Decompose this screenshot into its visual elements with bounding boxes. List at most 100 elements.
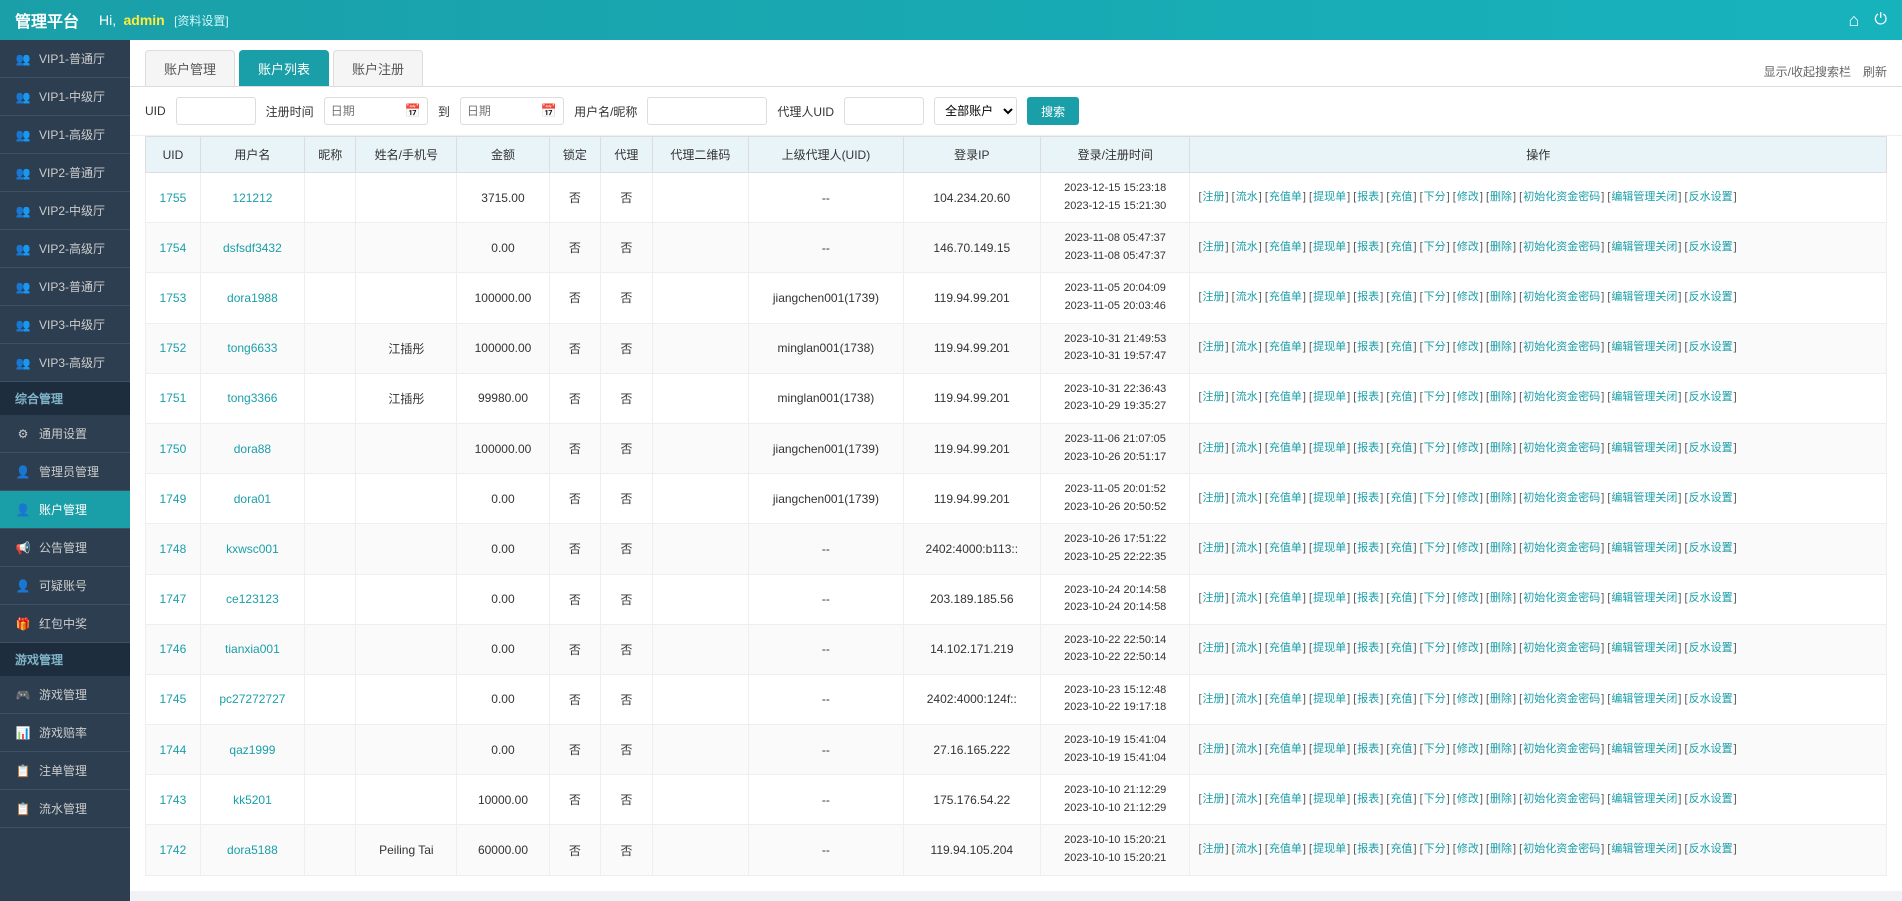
- action-link[interactable]: 注册: [1203, 492, 1225, 504]
- action-link[interactable]: 注册: [1203, 642, 1225, 654]
- toggle-search-label[interactable]: 显示/收起搜索栏: [1764, 63, 1851, 80]
- action-link[interactable]: 提现单: [1313, 843, 1346, 855]
- action-link[interactable]: 注册: [1203, 191, 1225, 203]
- sidebar-item-game-manage[interactable]: 🎮 游戏管理: [0, 676, 130, 714]
- action-link[interactable]: 提现单: [1313, 642, 1346, 654]
- cell-uid[interactable]: 1742: [146, 825, 201, 875]
- action-link[interactable]: 流水: [1236, 241, 1258, 253]
- action-link[interactable]: 删除: [1490, 693, 1512, 705]
- cell-uid[interactable]: 1751: [146, 373, 201, 423]
- action-link[interactable]: 报表: [1357, 492, 1379, 504]
- cell-uid[interactable]: 1745: [146, 674, 201, 724]
- action-link[interactable]: 编辑管理关闭: [1611, 693, 1677, 705]
- cell-username[interactable]: tianxia001: [200, 624, 304, 674]
- action-link[interactable]: 报表: [1357, 793, 1379, 805]
- calendar-to-icon[interactable]: 📅: [541, 103, 557, 119]
- cell-uid[interactable]: 1754: [146, 223, 201, 273]
- action-link[interactable]: 编辑管理关闭: [1611, 291, 1677, 303]
- action-link[interactable]: 流水: [1236, 391, 1258, 403]
- action-link[interactable]: 流水: [1236, 341, 1258, 353]
- action-link[interactable]: 流水: [1236, 442, 1258, 454]
- power-icon[interactable]: ⏻: [1874, 11, 1887, 29]
- cell-username[interactable]: dora88: [200, 423, 304, 473]
- sidebar-item-vip1-mid[interactable]: 👥 VIP1-中级厅: [0, 78, 130, 116]
- tab-account-register[interactable]: 账户注册: [333, 50, 423, 86]
- action-link[interactable]: 初始化资金密码: [1523, 793, 1600, 805]
- action-link[interactable]: 注册: [1203, 793, 1225, 805]
- action-link[interactable]: 删除: [1490, 743, 1512, 755]
- action-link[interactable]: 编辑管理关闭: [1611, 341, 1677, 353]
- action-link[interactable]: 修改: [1457, 241, 1479, 253]
- cell-uid[interactable]: 1746: [146, 624, 201, 674]
- action-link[interactable]: 初始化资金密码: [1523, 191, 1600, 203]
- action-link[interactable]: 删除: [1490, 592, 1512, 604]
- action-link[interactable]: 提现单: [1313, 442, 1346, 454]
- action-link[interactable]: 报表: [1357, 442, 1379, 454]
- action-link[interactable]: 流水: [1236, 291, 1258, 303]
- action-link[interactable]: 删除: [1490, 291, 1512, 303]
- action-link[interactable]: 流水: [1236, 793, 1258, 805]
- action-link[interactable]: 编辑管理关闭: [1611, 492, 1677, 504]
- action-link[interactable]: 充值: [1390, 843, 1412, 855]
- action-link[interactable]: 修改: [1457, 291, 1479, 303]
- action-link[interactable]: 下分: [1424, 592, 1446, 604]
- action-link[interactable]: 反水设置: [1689, 442, 1733, 454]
- action-link[interactable]: 下分: [1424, 492, 1446, 504]
- action-link[interactable]: 下分: [1424, 542, 1446, 554]
- action-link[interactable]: 修改: [1457, 642, 1479, 654]
- agent-uid-input[interactable]: [844, 97, 924, 125]
- cell-username[interactable]: kxwsc001: [200, 524, 304, 574]
- action-link[interactable]: 下分: [1424, 391, 1446, 403]
- action-link[interactable]: 充值: [1390, 291, 1412, 303]
- sidebar-item-vip2-mid[interactable]: 👥 VIP2-中级厅: [0, 192, 130, 230]
- sidebar-item-bet-manage[interactable]: 📋 注单管理: [0, 752, 130, 790]
- action-link[interactable]: 充值: [1390, 793, 1412, 805]
- cell-uid[interactable]: 1747: [146, 574, 201, 624]
- action-link[interactable]: 注册: [1203, 843, 1225, 855]
- action-link[interactable]: 注册: [1203, 391, 1225, 403]
- action-link[interactable]: 充值单: [1269, 542, 1302, 554]
- action-link[interactable]: 反水设置: [1689, 592, 1733, 604]
- action-link[interactable]: 流水: [1236, 191, 1258, 203]
- action-link[interactable]: 充值: [1390, 191, 1412, 203]
- action-link[interactable]: 反水设置: [1689, 492, 1733, 504]
- action-link[interactable]: 报表: [1357, 693, 1379, 705]
- action-link[interactable]: 初始化资金密码: [1523, 442, 1600, 454]
- action-link[interactable]: 删除: [1490, 793, 1512, 805]
- action-link[interactable]: 修改: [1457, 693, 1479, 705]
- action-link[interactable]: 注册: [1203, 341, 1225, 353]
- action-link[interactable]: 修改: [1457, 391, 1479, 403]
- action-link[interactable]: 下分: [1424, 843, 1446, 855]
- uid-input[interactable]: [176, 97, 256, 125]
- action-link[interactable]: 提现单: [1313, 291, 1346, 303]
- action-link[interactable]: 初始化资金密码: [1523, 241, 1600, 253]
- action-link[interactable]: 下分: [1424, 442, 1446, 454]
- action-link[interactable]: 提现单: [1313, 241, 1346, 253]
- action-link[interactable]: 提现单: [1313, 793, 1346, 805]
- cell-username[interactable]: dsfsdf3432: [200, 223, 304, 273]
- action-link[interactable]: 充值单: [1269, 492, 1302, 504]
- action-link[interactable]: 初始化资金密码: [1523, 642, 1600, 654]
- sidebar-item-vip1-normal[interactable]: 👥 VIP1-普通厅: [0, 40, 130, 78]
- date-from-input[interactable]: [331, 104, 401, 118]
- cell-uid[interactable]: 1743: [146, 775, 201, 825]
- action-link[interactable]: 注册: [1203, 592, 1225, 604]
- sidebar-item-vip3-normal[interactable]: 👥 VIP3-普通厅: [0, 268, 130, 306]
- cell-username[interactable]: ce123123: [200, 574, 304, 624]
- action-link[interactable]: 注册: [1203, 291, 1225, 303]
- action-link[interactable]: 充值单: [1269, 843, 1302, 855]
- action-link[interactable]: 充值单: [1269, 743, 1302, 755]
- cell-username[interactable]: qaz1999: [200, 725, 304, 775]
- settings-link[interactable]: [资料设置]: [174, 14, 229, 28]
- action-link[interactable]: 报表: [1357, 291, 1379, 303]
- action-link[interactable]: 初始化资金密码: [1523, 492, 1600, 504]
- action-link[interactable]: 充值单: [1269, 391, 1302, 403]
- action-link[interactable]: 修改: [1457, 592, 1479, 604]
- action-link[interactable]: 报表: [1357, 191, 1379, 203]
- action-link[interactable]: 流水: [1236, 492, 1258, 504]
- action-link[interactable]: 报表: [1357, 642, 1379, 654]
- username-input[interactable]: [647, 97, 767, 125]
- action-link[interactable]: 报表: [1357, 743, 1379, 755]
- action-link[interactable]: 修改: [1457, 542, 1479, 554]
- sidebar-item-redpacket[interactable]: 🎁 红包中奖: [0, 605, 130, 643]
